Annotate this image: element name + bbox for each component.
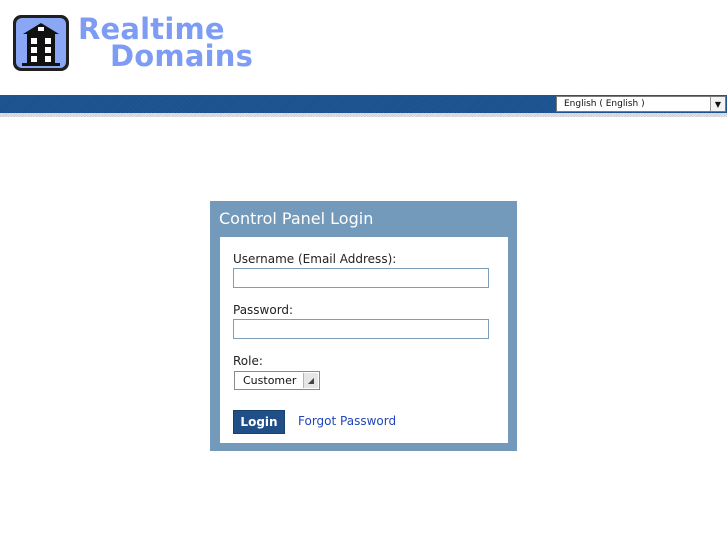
language-select[interactable]: English ( English ) ▼ [556, 96, 726, 112]
username-label: Username (Email Address): [233, 252, 397, 266]
login-button[interactable]: Login [233, 410, 285, 434]
password-input[interactable] [233, 319, 489, 339]
chevron-down-icon[interactable]: ◢ [303, 373, 318, 388]
password-label: Password: [233, 303, 294, 317]
site-logo[interactable]: Realtime Domains [12, 12, 262, 76]
login-form: Username (Email Address): Password: Role… [220, 237, 508, 443]
panel-title: Control Panel Login [219, 209, 374, 228]
chevron-down-icon[interactable]: ▼ [710, 97, 725, 111]
role-select-value: Customer [243, 374, 297, 387]
top-nav-bar-shadow [0, 113, 727, 117]
username-input[interactable] [233, 268, 489, 288]
role-label: Role: [233, 354, 263, 368]
logo-text-domains: Domains [110, 39, 254, 73]
login-panel: Control Panel Login Username (Email Addr… [210, 201, 517, 451]
language-select-value: English ( English ) [564, 99, 645, 109]
building-logo-icon [13, 15, 69, 71]
forgot-password-link[interactable]: Forgot Password [298, 414, 396, 428]
role-select[interactable]: Customer ◢ [234, 371, 320, 390]
